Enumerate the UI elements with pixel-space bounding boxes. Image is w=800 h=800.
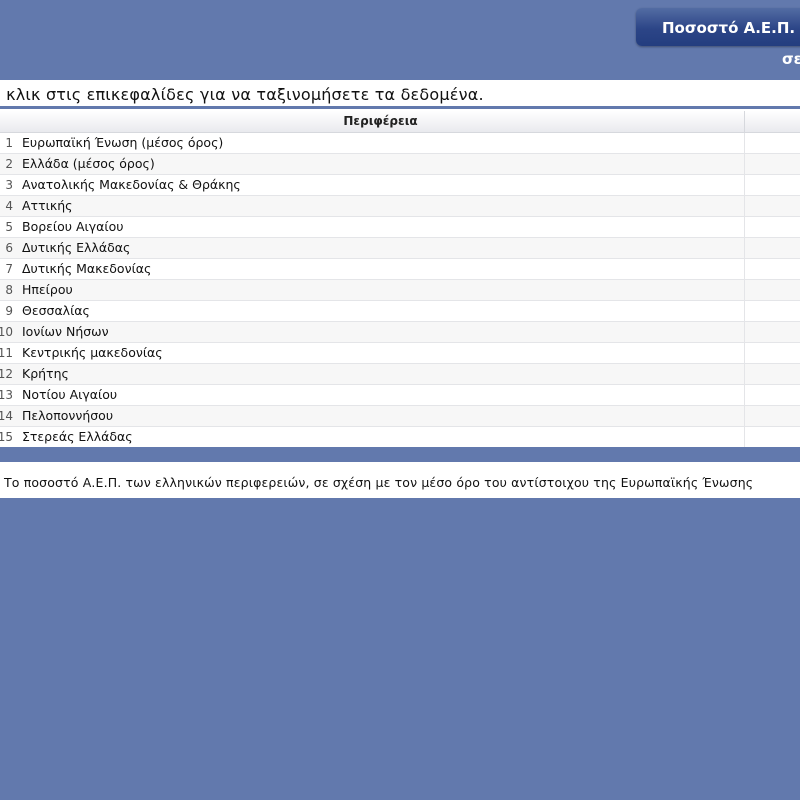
row-number: 9 [5,304,13,318]
value-cell [744,217,800,237]
table-row[interactable]: 11 Κεντρικής μακεδονίας [0,343,800,364]
chart-title: Ποσοστό Α.Ε.Π. [662,19,796,37]
table-row[interactable]: 14 Πελοποννήσου [0,406,800,427]
table-header: Περιφέρεια [0,111,800,133]
region-name: Ανατολικής Μακεδονίας & Θράκης [22,177,241,192]
row-number: 13 [0,388,13,402]
table-row[interactable]: 7 Δυτικής Μακεδονίας [0,259,800,280]
region-name: Αττικής [22,198,73,213]
value-cell [744,238,800,258]
region-name: Κρήτης [22,366,69,381]
value-cell [744,154,800,174]
table-row[interactable]: 1 Ευρωπαϊκή Ένωση (μέσος όρος) [0,133,800,154]
region-name: Δυτικής Μακεδονίας [22,261,152,276]
chart-title-tab: Ποσοστό Α.Ε.Π. [636,8,800,46]
caption-bar: Το ποσοστό Α.Ε.Π. των ελληνικών περιφερε… [0,462,800,498]
row-number: 14 [0,409,13,423]
sort-instruction: ε κλικ στις επικεφαλίδες για να ταξινομή… [0,85,484,104]
table-caption: Το ποσοστό Α.Ε.Π. των ελληνικών περιφερε… [4,475,754,490]
row-number: 7 [5,262,13,276]
row-number: 3 [5,178,13,192]
table-row[interactable]: 13 Νοτίου Αιγαίου [0,385,800,406]
region-name: Ευρωπαϊκή Ένωση (μέσος όρος) [22,135,224,150]
row-number: 2 [5,157,13,171]
table-row[interactable]: 2 Ελλάδα (μέσος όρος) [0,154,800,175]
region-name: Ηπείρου [22,282,73,297]
region-name: Ελλάδα (μέσος όρος) [22,156,155,171]
value-cell [744,343,800,363]
column-header-region[interactable]: Περιφέρεια [17,111,745,132]
table-row[interactable]: 10 Ιονίων Νήσων [0,322,800,343]
region-name: Βορείου Αιγαίου [22,219,124,234]
row-number: 15 [0,430,13,444]
table-row[interactable]: 15 Στερεάς Ελλάδας [0,427,800,447]
row-number: 4 [5,199,13,213]
row-number: 6 [5,241,13,255]
region-name: Πελοποννήσου [22,408,114,423]
value-cell [744,427,800,447]
page: Ποσοστό Α.Ε.Π. σε ε κλικ στις επικεφαλίδ… [0,0,800,800]
table-row[interactable]: 8 Ηπείρου [0,280,800,301]
value-cell [744,133,800,153]
table-row[interactable]: 12 Κρήτης [0,364,800,385]
instruction-bar: ε κλικ στις επικεφαλίδες για να ταξινομή… [0,80,800,106]
value-cell [744,259,800,279]
table-row[interactable]: 9 Θεσσαλίας [0,301,800,322]
row-number: 5 [5,220,13,234]
value-cell [744,175,800,195]
region-name: Ιονίων Νήσων [22,324,109,339]
data-table: Περιφέρεια 1 Ευρωπαϊκή Ένωση (μέσος όρος)… [0,109,800,447]
region-name: Θεσσαλίας [22,303,90,318]
region-name: Στερεάς Ελλάδας [22,429,133,444]
column-header-value[interactable] [745,111,800,132]
row-number: 1 [5,136,13,150]
value-cell [744,364,800,384]
value-cell [744,301,800,321]
chart-subtitle: σε [782,50,800,68]
value-cell [744,196,800,216]
value-cell [744,322,800,342]
table-row[interactable]: 6 Δυτικής Ελλάδας [0,238,800,259]
table-row[interactable]: 3 Ανατολικής Μακεδονίας & Θράκης [0,175,800,196]
region-name: Νοτίου Αιγαίου [22,387,118,402]
row-number: 10 [0,325,13,339]
value-cell [744,280,800,300]
value-cell [744,385,800,405]
row-number: 11 [0,346,13,360]
table-body: 1 Ευρωπαϊκή Ένωση (μέσος όρος) 2 Ελλάδα (μέ… [0,133,800,447]
table-row[interactable]: 5 Βορείου Αιγαίου [0,217,800,238]
row-number: 12 [0,367,13,381]
table-row[interactable]: 4 Αττικής [0,196,800,217]
value-cell [744,406,800,426]
row-number: 8 [5,283,13,297]
region-name: Δυτικής Ελλάδας [22,240,131,255]
region-name: Κεντρικής μακεδονίας [22,345,163,360]
